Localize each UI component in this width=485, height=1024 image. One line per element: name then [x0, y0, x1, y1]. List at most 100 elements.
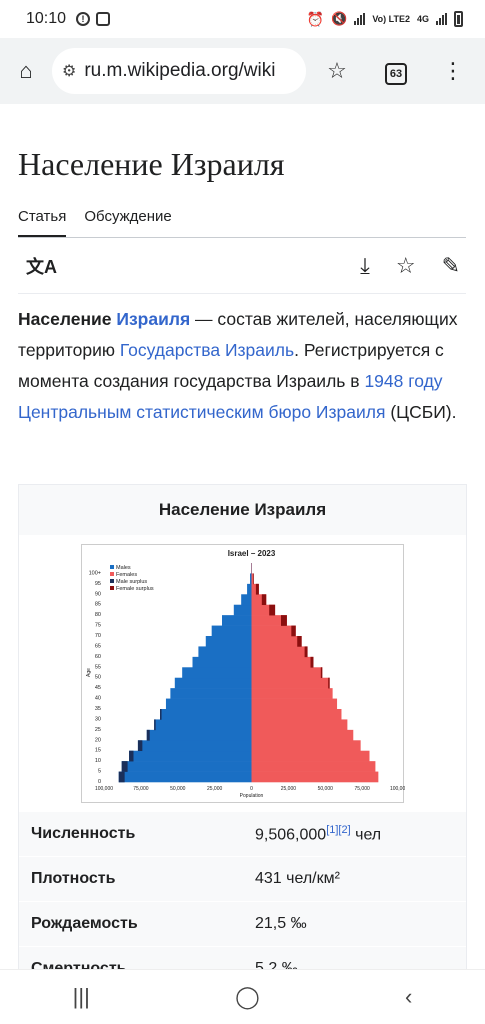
population-value: 9,506,000	[255, 826, 327, 844]
article-tabs: Статья Обсуждение	[18, 208, 466, 238]
reference-links[interactable]: [1][2]	[326, 824, 350, 836]
home-button-icon[interactable]: ◯	[235, 984, 260, 1010]
link-cbs[interactable]: Центральным статистическим бюро Израиля	[18, 402, 385, 422]
x-tick-label: 0	[250, 786, 253, 792]
male-surplus-bar	[160, 709, 162, 720]
infobox-row-population: Численность 9,506,000[1][2] чел	[19, 811, 466, 856]
x-axis-label: Population	[240, 793, 264, 799]
row-value: 431 чел/км²	[255, 870, 340, 887]
y-tick-label: 5	[98, 769, 101, 775]
lead-text-4: (ЦСБИ).	[385, 402, 457, 422]
female-bar	[251, 771, 379, 783]
female-surplus-bar	[297, 636, 302, 647]
male-bar	[222, 615, 252, 626]
row-value: 5,2 ‰	[255, 960, 298, 969]
female-surplus-bar	[269, 604, 276, 616]
female-surplus-bar	[310, 656, 314, 668]
infobox-title: Население Израиля	[158, 500, 327, 519]
male-bar	[165, 698, 252, 710]
row-label: Плотность	[31, 870, 116, 887]
download-icon[interactable]: ⤓	[360, 253, 370, 279]
address-bar[interactable]: ⚙ ru.m.wikipedia.org/wiki	[52, 48, 306, 94]
female-surplus-bar	[252, 573, 254, 585]
status-bar: 10:10 ! ⏰ 🔇 Vo) LTE2 4G	[0, 0, 485, 38]
female-surplus-bar	[304, 646, 308, 658]
pyramid-container: Israel – 2023 0 5 10 15 20 25 30 35 40 45 50 55 60 65 7…	[19, 535, 466, 811]
female-bar	[251, 646, 308, 658]
x-tick-label: 75,000	[133, 786, 149, 792]
female-surplus-bar	[255, 583, 259, 595]
legend-label: Males	[116, 565, 131, 571]
status-time: 10:10	[26, 10, 67, 27]
cell-signal-icon	[436, 13, 447, 25]
y-axis-label: Age	[86, 668, 92, 677]
female-surplus-bar	[281, 615, 287, 626]
y-tick-label: 25	[95, 727, 101, 733]
tab-article[interactable]: Статья	[18, 208, 67, 237]
male-surplus-bar	[129, 750, 134, 762]
infobox-row-density: Плотность 431 чел/км²	[19, 856, 466, 901]
y-tick-label: 70	[95, 633, 101, 639]
alarm-icon: ⏰	[306, 10, 325, 27]
female-bar	[251, 740, 361, 752]
y-tick-label: 75	[95, 623, 101, 629]
y-tick-label: 85	[95, 602, 101, 608]
tab-switcher-button[interactable]: 63	[368, 57, 424, 85]
x-tick-label: 50,000	[170, 786, 186, 792]
link-israel[interactable]: Израиля	[116, 309, 190, 329]
female-surplus-bar	[291, 625, 296, 637]
edit-pencil-icon[interactable]: ✎	[442, 253, 460, 279]
male-bar	[198, 646, 252, 658]
link-1948[interactable]: 1948 году	[364, 371, 442, 391]
legend-swatch	[110, 586, 114, 590]
male-bar	[170, 688, 252, 699]
link-state-of-israel[interactable]: Государства Израиль	[120, 340, 294, 360]
male-bar	[241, 594, 252, 606]
y-tick-label: 80	[95, 612, 101, 618]
male-bar	[205, 636, 252, 647]
male-surplus-bar	[137, 740, 143, 752]
row-value: 21,5 ‰	[255, 915, 307, 932]
home-icon[interactable]: ⌂	[0, 58, 52, 84]
female-bar	[251, 625, 296, 637]
population-pyramid-image[interactable]: Israel – 2023 0 5 10 15 20 25 30 35 40 45 50 55 60 65 7…	[81, 544, 408, 803]
wifi-signal-icon	[354, 13, 366, 25]
male-bar	[146, 729, 252, 741]
male-bar	[182, 667, 252, 679]
female-bar	[251, 761, 376, 772]
male-bar	[247, 583, 252, 595]
y-tick-label: 95	[95, 581, 101, 587]
row-label: Численность	[31, 825, 136, 842]
site-settings-icon[interactable]: ⚙	[62, 61, 76, 81]
alert-icon: !	[76, 12, 91, 26]
bookmark-star-icon[interactable]: ☆	[306, 58, 368, 84]
lead-subject: Население	[18, 309, 112, 329]
male-bar	[233, 604, 252, 616]
menu-icon[interactable]: ⋮	[424, 58, 482, 84]
infobox: Население Израиля Israel – 2023 0 5 10 15 20 2…	[18, 484, 467, 969]
male-surplus-bar	[118, 771, 125, 783]
recent-apps-icon[interactable]: |||	[73, 984, 90, 1010]
infobox-row-birthrate: Рождаемость 21,5 ‰	[19, 901, 466, 946]
language-icon[interactable]: 文A	[26, 253, 57, 279]
lead-paragraph: Население Израиля — состав жителей, насе…	[18, 304, 468, 428]
y-tick-label: 65	[95, 643, 101, 649]
male-bar	[137, 740, 252, 752]
y-tick-label: 50	[95, 675, 101, 681]
male-bar	[129, 750, 252, 762]
page-title: Население Израиля	[18, 146, 285, 182]
male-bar	[121, 761, 252, 772]
url-text[interactable]: ru.m.wikipedia.org/wiki	[84, 60, 275, 82]
y-tick-label: 15	[95, 748, 101, 754]
tab-talk[interactable]: Обсуждение	[84, 208, 171, 237]
article: Население Израиля Статья Обсуждение 文A ⤓…	[0, 104, 485, 969]
watch-star-icon[interactable]: ☆	[396, 253, 416, 279]
x-tick-label: 100,000	[95, 786, 113, 792]
legend-label: Male surplus	[116, 579, 147, 585]
carrier-label: Vo) LTE2	[372, 14, 410, 24]
female-bar	[251, 677, 330, 689]
back-icon[interactable]: ‹	[405, 984, 412, 1010]
female-bar	[251, 709, 342, 720]
y-tick-label: 60	[95, 654, 101, 660]
x-tick-label: 50,000	[318, 786, 334, 792]
